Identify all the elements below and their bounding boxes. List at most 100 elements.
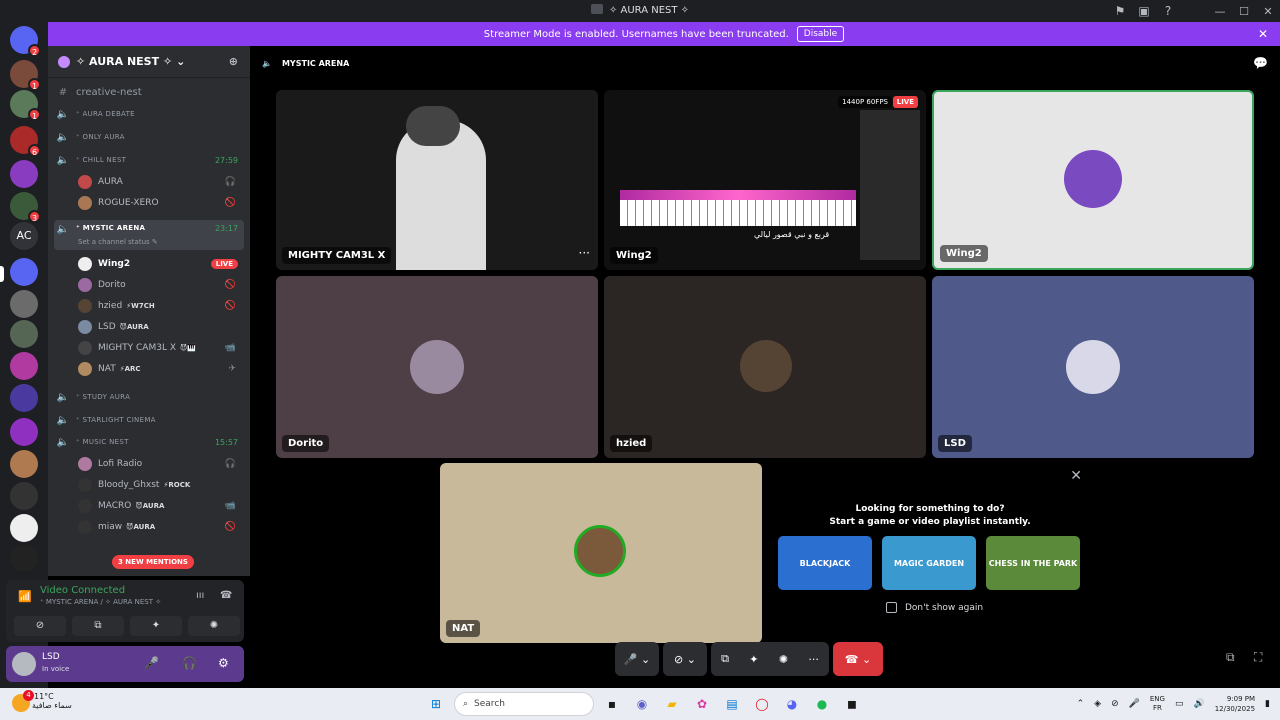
file-explorer-icon[interactable]: ▰ <box>660 692 684 716</box>
channel-chill-nest[interactable]: 🔈 ⁺ CHILL NEST 27:59 <box>54 150 244 170</box>
channel-aura-debate[interactable]: 🔈 ⁺ AURA DEBATE <box>54 104 244 124</box>
minimize-button[interactable]: — <box>1208 5 1232 18</box>
server-icon[interactable] <box>10 544 38 572</box>
opera-icon[interactable]: ◯ <box>750 692 774 716</box>
video-tile[interactable]: hzied <box>604 276 926 458</box>
camera-off-button[interactable]: ⊘ <box>14 616 66 636</box>
server-icon[interactable] <box>10 352 38 380</box>
voice-user[interactable]: hzied ⚡W7CH 🚫 <box>78 296 242 316</box>
guild-header[interactable]: ✧ AURA NEST ✧ ⌄ ⊕ <box>48 46 250 78</box>
notification-icon[interactable]: ▮ <box>1265 699 1270 709</box>
channel-mystic-arena[interactable]: 🔈 ⁺ MYSTIC ARENA 23:17 Set a channel sta… <box>54 220 244 250</box>
signal-icon[interactable]: 📶 <box>18 590 32 603</box>
new-mentions-badge[interactable]: 3 NEW MENTIONS <box>112 555 194 569</box>
activities-button[interactable]: ✦ <box>130 616 182 636</box>
fullscreen-icon[interactable]: ⛶ <box>1254 650 1262 665</box>
gear-icon[interactable]: ⚙ <box>218 656 229 670</box>
voice-user[interactable]: ROGUE-XERO 🚫 <box>78 193 242 213</box>
network-icon[interactable]: ▭ <box>1175 699 1184 709</box>
chat-icon[interactable]: 💬 <box>1253 56 1268 70</box>
video-tile[interactable]: LSD <box>932 276 1254 458</box>
more-icon[interactable]: ··· <box>579 246 590 260</box>
avatar[interactable] <box>12 652 36 676</box>
voice-user[interactable]: Bloody_Ghxst ⚡ROCK <box>78 475 242 495</box>
store-icon[interactable]: ▤ <box>720 692 744 716</box>
maximize-button[interactable]: ☐ <box>1232 5 1256 18</box>
flag-icon[interactable]: ⚑ <box>1108 4 1132 18</box>
channel-status[interactable]: Set a channel status ✎ <box>78 238 158 246</box>
game-magic-garden[interactable]: MAGIC GARDEN <box>882 536 976 590</box>
more-icon[interactable]: ··· <box>808 653 819 666</box>
close-button[interactable]: ✕ <box>1256 5 1280 18</box>
voice-user[interactable]: MACRO 😈AURA 📹 <box>78 496 242 516</box>
server-icon[interactable] <box>10 418 38 446</box>
server-icon[interactable] <box>10 514 38 542</box>
inbox-icon[interactable]: ▣ <box>1132 4 1156 18</box>
task-view-icon[interactable]: ▪ <box>600 692 624 716</box>
server-icon[interactable] <box>10 482 38 510</box>
copilot-icon[interactable]: ✿ <box>690 692 714 716</box>
channel-only-aura[interactable]: 🔈 ⁺ ONLY AURA <box>54 127 244 147</box>
microphone-icon[interactable]: 🎤 <box>144 656 159 670</box>
server-icon[interactable]: 6 <box>10 126 41 157</box>
home-icon[interactable]: 2 <box>10 26 41 57</box>
spotify-icon[interactable]: ● <box>810 692 834 716</box>
voice-status[interactable]: Video Connected <box>40 585 125 596</box>
discord-icon[interactable]: ◕ <box>780 692 804 716</box>
game-blackjack[interactable]: BLACKJACK <box>778 536 872 590</box>
disconnect-icon[interactable]: ☎ <box>220 590 232 601</box>
channel-study-aura[interactable]: 🔈 ⁺ STUDY AURA <box>54 387 244 407</box>
video-tile[interactable]: NAT <box>440 463 762 643</box>
video-tile[interactable]: Dorito <box>276 276 598 458</box>
video-tile[interactable]: MIGHTY CAM3L X ··· <box>276 90 598 270</box>
tray-app-icon[interactable]: ◈ <box>1094 699 1101 709</box>
disable-streamer-mode-button[interactable]: Disable <box>796 26 845 42</box>
screen-share-icon[interactable]: ⧉ <box>721 652 729 666</box>
windows-start-icon[interactable]: ⊞ <box>424 692 448 716</box>
banner-close-icon[interactable]: ✕ <box>1258 27 1268 41</box>
disconnect-button[interactable]: ☎ ⌄ <box>833 642 883 676</box>
video-tile[interactable]: Wing2 <box>932 90 1254 270</box>
channel-creative-nest[interactable]: # creative-nest <box>54 82 244 102</box>
stream-tile[interactable]: قربع و نبي قصور ليالي 1440P 60FPS LIVE W… <box>604 90 926 270</box>
headphones-icon[interactable]: 🎧 <box>182 656 197 670</box>
server-icon[interactable] <box>10 384 38 412</box>
checkbox[interactable] <box>886 602 897 613</box>
voice-user[interactable]: Wing2 LIVE <box>78 254 242 274</box>
tray-app-icon[interactable]: ⊘ <box>1111 699 1119 709</box>
voice-user[interactable]: miaw 😈AURA 🚫 <box>78 517 242 537</box>
add-member-icon[interactable]: ⊕ <box>229 55 238 68</box>
activities-icon[interactable]: ✦ <box>749 653 758 666</box>
server-icon[interactable] <box>10 320 38 348</box>
voice-user[interactable]: LSD 😈AURA <box>78 317 242 337</box>
server-icon[interactable] <box>10 450 38 478</box>
microphone-icon[interactable]: 🎤 <box>1129 699 1140 709</box>
camera-button[interactable]: ⊘ ⌄ <box>663 642 707 676</box>
channel-starlight-cinema[interactable]: 🔈 ⁺ STARLIGHT CINEMA <box>54 410 244 430</box>
screen-share-button[interactable]: ⧉ <box>72 616 124 636</box>
noise-suppression-icon[interactable]: ııı <box>196 590 204 601</box>
server-icon[interactable]: 1 <box>10 60 41 91</box>
voice-user[interactable]: Lofi Radio 🎧 <box>78 454 242 474</box>
soundboard-button[interactable]: ✺ <box>188 616 240 636</box>
server-icon[interactable] <box>10 258 38 286</box>
server-icon[interactable]: 1 <box>10 90 41 121</box>
user-name[interactable]: LSD <box>42 652 60 662</box>
server-icon[interactable]: 3 <box>10 192 41 223</box>
server-icon[interactable] <box>10 160 38 188</box>
channel-music-nest[interactable]: 🔈 ⁺ MUSIC NEST 15:57 <box>54 432 244 452</box>
search-box[interactable]: ⌕ Search <box>454 692 594 716</box>
voice-user[interactable]: Dorito 🚫 <box>78 275 242 295</box>
server-ac-icon[interactable]: AC <box>10 222 38 250</box>
dont-show-again[interactable]: Don't show again <box>886 602 983 613</box>
voice-user[interactable]: MIGHTY CAM3L X 😈🎹 📹 <box>78 338 242 358</box>
popout-icon[interactable]: ⧉ <box>1226 650 1235 665</box>
help-icon[interactable]: ? <box>1156 4 1180 18</box>
chevron-up-icon[interactable]: ⌃ <box>1077 699 1085 709</box>
close-icon[interactable]: ✕ <box>1070 468 1082 484</box>
chat-app-icon[interactable]: ◉ <box>630 692 654 716</box>
voice-user[interactable]: AURA 🎧 <box>78 172 242 192</box>
soundboard-icon[interactable]: ✺ <box>779 653 788 666</box>
volume-icon[interactable]: 🔊 <box>1193 699 1204 709</box>
game-chess-in-the-park[interactable]: CHESS IN THE PARK <box>986 536 1080 590</box>
